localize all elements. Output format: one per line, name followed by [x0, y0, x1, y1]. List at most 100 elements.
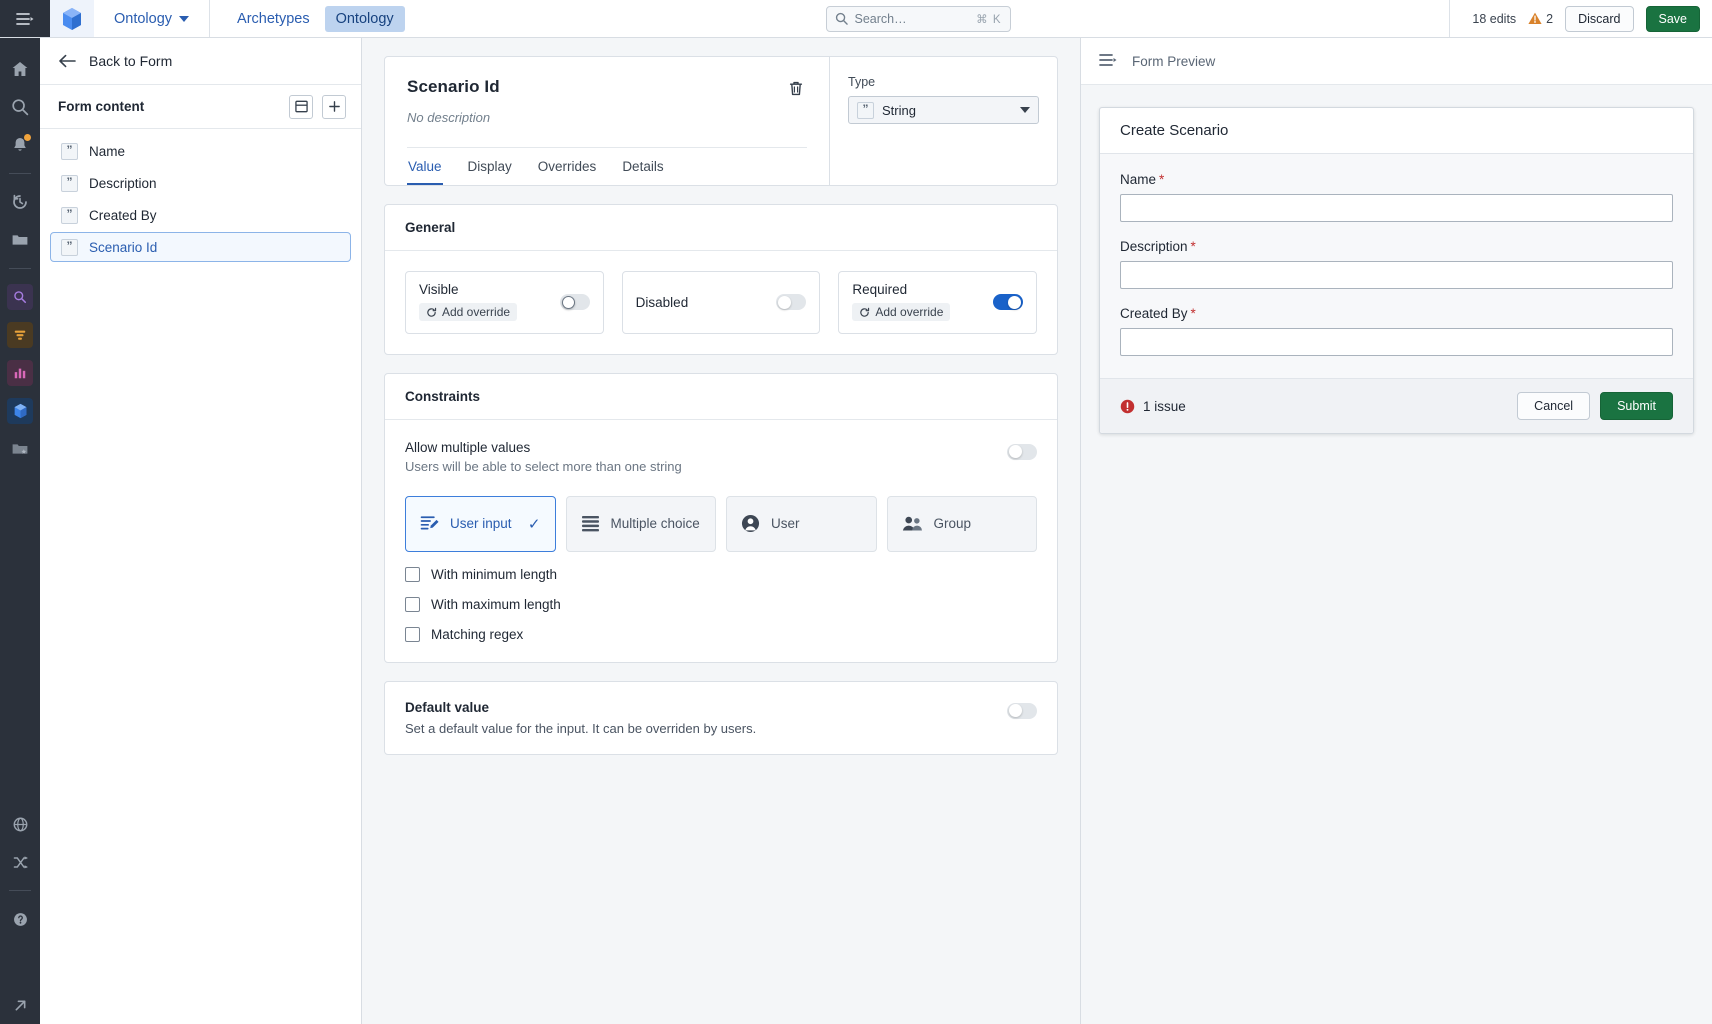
string-icon: ” — [61, 174, 78, 192]
disabled-label: Disabled — [635, 294, 689, 310]
field-description-label: Description — [1120, 239, 1188, 254]
user-icon — [741, 514, 760, 533]
input-type-options: User input ✓ Multiple choice User Group — [405, 495, 1037, 552]
list-item-label: Created By — [89, 207, 157, 223]
rail-divider — [9, 890, 31, 891]
visible-switch[interactable] — [559, 294, 590, 311]
cube-logo-icon[interactable] — [50, 0, 94, 37]
allow-multiple-values-row: Allow multiple values Users will be able… — [405, 440, 1037, 474]
tab-ontology[interactable]: Ontology — [324, 5, 405, 32]
top-nav: Archetypes Ontology — [210, 0, 405, 37]
form-content-list: ” Name ” Description ” Created By ” Scen… — [40, 129, 361, 271]
warning-badge[interactable]: 2 — [1528, 12, 1553, 26]
tab-archetypes[interactable]: Archetypes — [226, 6, 321, 32]
max-length-checkbox[interactable] — [405, 596, 420, 612]
notifications-icon[interactable] — [0, 126, 40, 164]
option-multiple-choice[interactable]: Multiple choice — [565, 495, 716, 552]
submit-button[interactable]: Submit — [1600, 392, 1673, 420]
default-value-section: Default value Set a default value for th… — [384, 680, 1058, 755]
list-item-selected[interactable]: ” Scenario Id — [50, 232, 351, 262]
tab-value[interactable]: Value — [407, 148, 443, 185]
matching-regex-row[interactable]: Matching regex — [405, 626, 1037, 642]
app-switcher[interactable]: Ontology — [94, 0, 211, 37]
default-value-title: Default value — [405, 699, 490, 715]
string-icon: ” — [61, 238, 78, 256]
required-asterisk: * — [1190, 239, 1196, 254]
matching-regex-checkbox[interactable] — [405, 626, 420, 642]
option-user-input[interactable]: User input ✓ — [405, 495, 556, 552]
shuffle-icon[interactable] — [0, 843, 40, 881]
option-user[interactable]: User — [726, 495, 877, 552]
ontology-manager-icon[interactable] — [0, 392, 40, 430]
allow-multiple-switch[interactable] — [1007, 443, 1037, 460]
type-select[interactable]: ” String — [848, 96, 1039, 124]
disabled-toggle-card: Disabled — [621, 271, 821, 334]
collapse-panel-icon[interactable] — [1099, 53, 1117, 70]
name-input[interactable] — [1120, 194, 1673, 222]
cancel-button[interactable]: Cancel — [1517, 392, 1591, 420]
min-length-row[interactable]: With minimum length — [405, 566, 1037, 582]
constraints-heading: Constraints — [385, 374, 1057, 420]
created-by-input[interactable] — [1120, 328, 1673, 356]
type-label: Type — [848, 75, 876, 89]
option-group[interactable]: Group — [886, 495, 1037, 552]
default-value-switch[interactable] — [1007, 702, 1037, 719]
list-item[interactable]: ” Created By — [50, 200, 351, 230]
form-preview-title: Form Preview — [1132, 53, 1216, 69]
folder-icon[interactable] — [0, 221, 40, 259]
required-add-override-button[interactable]: Add override — [852, 303, 951, 321]
search-icon[interactable] — [0, 88, 40, 126]
tab-display[interactable]: Display — [467, 148, 513, 185]
option-user-input-label: User input — [450, 516, 512, 531]
required-toggle-card: Required Add override — [838, 271, 1038, 334]
field-description: Description * — [1120, 239, 1673, 289]
field-description: No description — [407, 110, 491, 125]
required-switch[interactable] — [993, 294, 1024, 311]
back-to-form-button[interactable]: Back to Form — [40, 38, 361, 85]
refresh-icon — [427, 307, 437, 317]
object-explorer-icon[interactable] — [0, 278, 40, 316]
top-bar-actions: 18 edits 2 Discard Save — [1449, 0, 1712, 37]
top-bar: Ontology Archetypes Ontology Search… ⌘ K… — [0, 0, 1712, 38]
starred-folder-icon[interactable] — [0, 430, 40, 468]
delete-field-button[interactable] — [783, 75, 809, 101]
list-item-label: Description — [89, 175, 157, 191]
home-icon[interactable] — [0, 50, 40, 88]
refresh-icon — [860, 307, 870, 317]
form-preview-header: Form Preview — [1081, 38, 1712, 85]
list-item[interactable]: ” Description — [50, 168, 351, 198]
tab-details[interactable]: Details — [621, 148, 664, 185]
external-link-icon[interactable] — [0, 986, 40, 1024]
chevron-down-icon — [1020, 107, 1030, 113]
search-input[interactable]: Search… ⌘ K — [825, 5, 1011, 32]
search-icon — [835, 12, 848, 25]
form-content-title: Form content — [58, 99, 145, 114]
discard-button[interactable]: Discard — [1565, 5, 1634, 32]
matching-regex-label: Matching regex — [431, 626, 524, 642]
tab-overrides[interactable]: Overrides — [537, 148, 598, 185]
max-length-row[interactable]: With maximum length — [405, 596, 1037, 612]
add-field-icon[interactable] — [322, 94, 346, 119]
globe-icon[interactable] — [0, 805, 40, 843]
string-icon: ” — [61, 206, 78, 224]
charts-icon[interactable] — [0, 354, 40, 392]
list-item[interactable]: ” Name — [50, 136, 351, 166]
help-icon[interactable] — [0, 900, 40, 938]
menu-expand-icon[interactable] — [0, 0, 50, 37]
visible-add-override-button[interactable]: Add override — [419, 303, 518, 321]
pipeline-icon[interactable] — [0, 316, 40, 354]
trash-icon — [789, 81, 803, 95]
layout-panel-icon[interactable] — [289, 94, 313, 119]
disabled-switch[interactable] — [776, 294, 807, 311]
field-created-by-label: Created By — [1120, 306, 1188, 321]
min-length-checkbox[interactable] — [405, 566, 420, 582]
option-user-label: User — [771, 516, 800, 531]
constraints-section: Constraints Allow multiple values Users … — [384, 372, 1058, 663]
min-length-label: With minimum length — [431, 566, 558, 582]
description-input[interactable] — [1120, 261, 1673, 289]
save-button[interactable]: Save — [1645, 5, 1700, 32]
error-icon — [1120, 399, 1135, 413]
history-icon[interactable] — [0, 183, 40, 221]
issue-indicator: 1 issue — [1120, 399, 1186, 414]
form-preview-panel: Form Preview Create Scenario Name * Descr… — [1080, 38, 1712, 1024]
